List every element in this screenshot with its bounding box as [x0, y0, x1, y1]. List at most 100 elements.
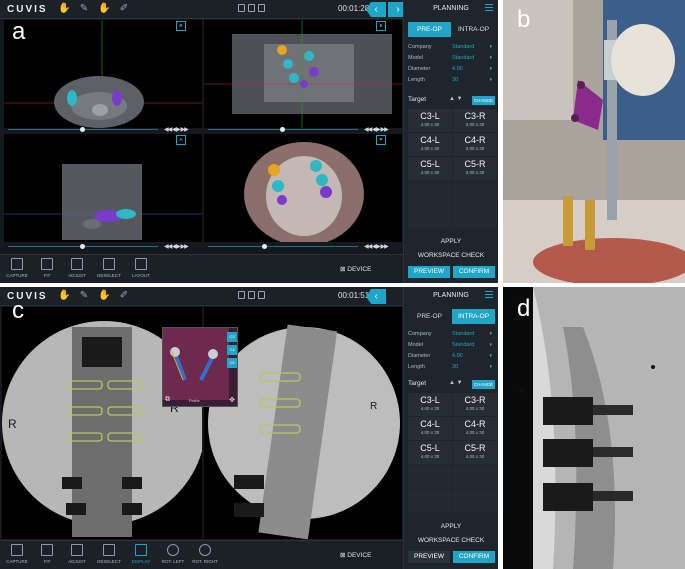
rot-right-tool[interactable]: ROT. RIGHT — [190, 544, 220, 564]
screw-cell[interactable]: C3-R 4.00 x 30 — [453, 393, 497, 416]
inset-tab-c4[interactable]: C4 — [227, 345, 237, 355]
display-tool[interactable]: DISPLAY — [126, 544, 156, 564]
company-field[interactable]: Company Standard ▾ — [408, 329, 494, 339]
tab-pre-op[interactable]: PRE-OP — [408, 309, 451, 324]
rot-left-tool[interactable]: ROT. LEFT — [158, 544, 188, 564]
screw-cell[interactable]: C4-R 4.00 x 30 — [453, 417, 497, 440]
screw-cell[interactable]: C3-L 4.00 x 30 — [408, 109, 452, 132]
probe-inset[interactable]: C3 C4 C5 Probe ⧉ ✥ — [162, 327, 238, 407]
screw-cell[interactable]: C4-L 4.00 x 30 — [408, 133, 452, 156]
device-button[interactable]: ⊠ DEVICE — [340, 551, 371, 559]
apply-button[interactable]: APPLY — [404, 523, 498, 530]
edit-icon[interactable]: ✐ — [118, 3, 130, 15]
device-button[interactable]: ⊠ DEVICE — [340, 265, 371, 273]
tab-intra-op[interactable]: INTRA-OP — [452, 22, 495, 37]
workspace-check-button[interactable]: WORKSPACE CHECK — [404, 537, 498, 544]
axial-view[interactable] — [4, 20, 202, 128]
tab-pre-op[interactable]: PRE-OP — [408, 22, 451, 37]
apply-button[interactable]: APPLY — [404, 238, 498, 245]
confirm-button[interactable]: CONFIRM — [453, 551, 495, 563]
confirm-button[interactable]: CONFIRM — [453, 266, 495, 278]
diameter-field[interactable]: Diameter 4.00 ▾ — [408, 64, 494, 74]
playback-controls[interactable]: ◀◀ ◀ ▶ ▶▶ — [364, 243, 389, 250]
3d-slice-slider[interactable] — [208, 246, 358, 247]
playback-controls[interactable]: ◀◀ ◀ ▶ ▶▶ — [364, 126, 389, 133]
prop-value: Standard — [452, 44, 475, 50]
adjust-tool[interactable]: ADJUST — [62, 258, 92, 278]
screw-cell[interactable]: C4-R 4.00 x 30 — [453, 133, 497, 156]
screw-cell[interactable]: C4-L 4.00 x 30 — [408, 417, 452, 440]
capture-tool[interactable]: CAPTURE — [2, 258, 32, 278]
pan-icon[interactable]: ✋ — [98, 290, 110, 302]
chevron-down-icon: ▾ — [489, 66, 492, 72]
screw-cell[interactable]: C5-R 4.00 x 30 — [453, 441, 497, 464]
target-arrows[interactable]: ▲ ▼ — [449, 380, 463, 386]
tool-label: CAPTURE — [6, 273, 28, 278]
coronal-view[interactable] — [204, 20, 402, 128]
screw-cell[interactable]: C5-R 4.00 x 30 — [453, 157, 497, 180]
screw-size: 4.00 x 30 — [465, 454, 485, 459]
model-field[interactable]: Model Standard ▾ — [408, 53, 494, 63]
menu-icon[interactable] — [485, 291, 493, 298]
screw-name: C3-L — [420, 111, 440, 121]
screw-cell[interactable]: C3-R 4.00 x 30 — [453, 109, 497, 132]
deselect-tool[interactable]: DESELECT — [94, 544, 124, 564]
tool-label: ROT. RIGHT — [192, 559, 218, 564]
company-field[interactable]: Company Standard ▾ — [408, 42, 494, 52]
diameter-field[interactable]: Diameter 4.00 ▾ — [408, 351, 494, 361]
hand-icon[interactable]: ✋ — [58, 290, 70, 302]
pan-icon[interactable]: ✋ — [98, 3, 110, 15]
length-field[interactable]: Length 30 ▾ — [408, 362, 494, 372]
preview-button[interactable]: PREVIEW — [408, 266, 450, 278]
prop-value: 30 — [452, 364, 459, 370]
capture-tool[interactable]: CAPTURE — [2, 544, 32, 564]
axial-ct-image — [4, 20, 202, 128]
sagittal-view[interactable] — [4, 134, 202, 242]
lateral-xray-photo — [503, 287, 685, 569]
playback-controls[interactable]: ◀◀ ◀ ▶ ▶▶ — [164, 243, 189, 250]
playback-controls[interactable]: ◀◀ ◀ ▶ ▶▶ — [164, 126, 189, 133]
3d-view[interactable] — [204, 134, 402, 246]
menu-icon[interactable] — [485, 4, 493, 11]
chevron-down-icon: ▾ — [489, 77, 492, 83]
orientation-cube[interactable]: A — [176, 135, 186, 145]
slider-knob[interactable] — [262, 244, 267, 249]
screw-size: 4.00 x 30 — [420, 430, 440, 435]
move-icon[interactable]: ✥ — [229, 396, 235, 404]
preview-button[interactable]: PREVIEW — [408, 551, 450, 563]
target-row: Target ▲ ▼ CHANGE — [404, 96, 498, 106]
draw-icon[interactable]: ✎ — [78, 3, 90, 15]
screw-cell[interactable]: C5-L 4.00 x 30 — [408, 157, 452, 180]
slider-knob[interactable] — [80, 244, 85, 249]
edit-icon[interactable]: ✐ — [118, 290, 130, 302]
adjust-tool[interactable]: ADJUST — [62, 544, 92, 564]
slider-knob[interactable] — [280, 127, 285, 132]
change-button[interactable]: CHANGE — [472, 96, 495, 105]
layout-tool[interactable]: LAYOUT — [126, 258, 156, 278]
target-arrows[interactable]: ▲ ▼ — [449, 96, 463, 102]
workspace-check-button[interactable]: WORKSPACE CHECK — [404, 252, 498, 259]
orientation-cube[interactable]: P — [376, 135, 386, 145]
change-button[interactable]: CHANGE — [472, 380, 495, 389]
screw-size: 4.00 x 30 — [420, 406, 440, 411]
device-status-icon — [248, 4, 255, 12]
screw-cell[interactable]: C3-L 4.00 x 30 — [408, 393, 452, 416]
orientation-cube[interactable]: R — [176, 21, 186, 31]
screw-cell[interactable]: C5-L 4.00 x 30 — [408, 441, 452, 464]
fit-tool[interactable]: FIT — [32, 544, 62, 564]
screw-name: C5-R — [464, 443, 486, 453]
tab-intra-op[interactable]: INTRA-OP — [452, 309, 495, 324]
draw-icon[interactable]: ✎ — [78, 290, 90, 302]
hand-icon[interactable]: ✋ — [58, 3, 70, 15]
screw-size: 4.00 x 30 — [465, 406, 485, 411]
inset-tab-c3[interactable]: C3 — [227, 332, 237, 342]
model-field[interactable]: Model Standard ▾ — [408, 340, 494, 350]
length-field[interactable]: Length 30 ▾ — [408, 75, 494, 85]
fit-tool[interactable]: FIT — [32, 258, 62, 278]
slider-knob[interactable] — [80, 127, 85, 132]
tool-label: ROT. LEFT — [161, 559, 185, 564]
deselect-tool[interactable]: DESELECT — [94, 258, 124, 278]
expand-icon[interactable]: ⧉ — [165, 396, 170, 404]
inset-tab-c5[interactable]: C5 — [227, 358, 237, 368]
orientation-cube[interactable]: S — [376, 21, 386, 31]
